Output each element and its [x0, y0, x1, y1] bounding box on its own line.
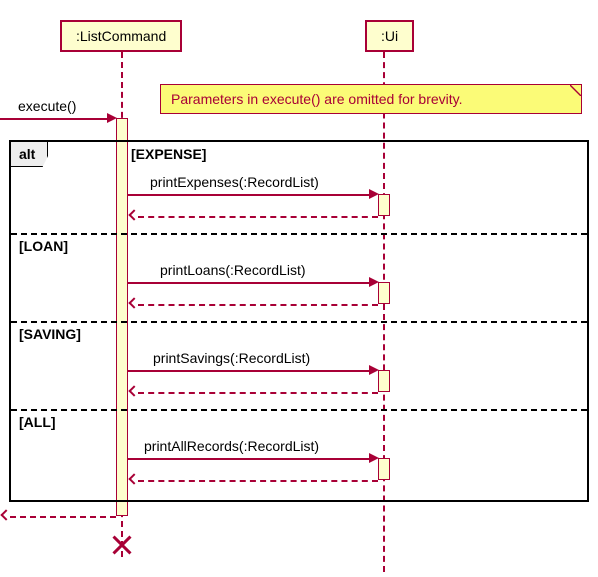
note-execute-params: Parameters in execute() are omitted for …	[160, 84, 582, 114]
activation-ui-saving	[378, 370, 390, 392]
alt-frame-operator: alt	[10, 141, 48, 167]
activation-ui-loan	[378, 282, 390, 304]
destroy-icon	[110, 533, 134, 557]
msg-printexpenses-arrow	[128, 194, 369, 196]
participant-listcommand: :ListCommand	[60, 20, 182, 52]
return-all-arrow	[138, 480, 378, 482]
msg-execute-label: execute()	[18, 98, 76, 114]
activation-ui-expense	[378, 194, 390, 216]
guard-expense: [EXPENSE]	[131, 146, 206, 162]
return-execute-arrow	[10, 516, 116, 518]
return-saving-arrow	[138, 392, 378, 394]
guard-saving: [SAVING]	[19, 326, 81, 342]
msg-execute-arrow	[0, 118, 107, 120]
msg-printloans-label: printLoans(:RecordList)	[160, 262, 306, 278]
return-loan-arrow	[138, 304, 378, 306]
activation-ui-all	[378, 458, 390, 480]
guard-loan: [LOAN]	[19, 238, 68, 254]
msg-printexpenses-label: printExpenses(:RecordList)	[150, 174, 319, 190]
msg-printsavings-arrow	[128, 370, 369, 372]
divider-3	[11, 409, 587, 411]
note-fold-icon	[569, 85, 581, 97]
return-execute-arrowhead-icon	[0, 509, 11, 520]
guard-all: [ALL]	[19, 414, 56, 430]
return-expense-arrow	[138, 216, 378, 218]
msg-printallrecords-label: printAllRecords(:RecordList)	[144, 438, 319, 454]
participant-ui: :Ui	[365, 20, 414, 52]
msg-printallrecords-arrow	[128, 458, 369, 460]
divider-2	[11, 321, 587, 323]
divider-1	[11, 233, 587, 235]
msg-printloans-arrow	[128, 282, 369, 284]
msg-printsavings-label: printSavings(:RecordList)	[153, 350, 310, 366]
